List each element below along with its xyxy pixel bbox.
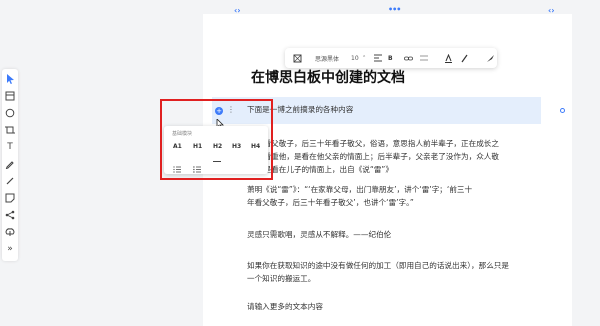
- crop-icon[interactable]: [4, 124, 16, 136]
- paragraph-1-line-2[interactable]: 人看重他，是看在他父亲的情面上；后半辈子，父亲老了没作为，众人敬: [256, 150, 499, 163]
- more-icon[interactable]: »: [4, 243, 16, 255]
- paragraph-4-line-1[interactable]: 如果你在获取知识的途中没有做任何的加工（即用自己的话说出来），那么只是: [247, 259, 509, 272]
- paragraph-2-line-2[interactable]: 年看父敬子，后三十年看子敬父’，也讲个‘雷’字。”: [247, 196, 414, 209]
- annotation-highlight-frame: [160, 99, 273, 180]
- stepper-icon[interactable]: ⌃: [362, 48, 366, 68]
- block-anchor-dot[interactable]: [560, 108, 565, 113]
- document-title[interactable]: 在博思白板中创建的文档: [251, 67, 405, 87]
- brush-icon[interactable]: [486, 48, 495, 68]
- paragraph-5[interactable]: 请输入更多的文本内容: [247, 300, 323, 313]
- font-size-select[interactable]: 10: [351, 48, 359, 68]
- text-tool-icon[interactable]: T: [4, 141, 16, 153]
- align-icon[interactable]: [374, 48, 382, 68]
- paragraph-1-line-3[interactable]: ，是看在儿子的情面上，出自《说“雷”》: [256, 163, 393, 176]
- paragraph-2-line-1[interactable]: 萧明《说“雷”》：“‘在家靠父母，出门靠朋友’，讲个‘雷’字；‘前三十: [247, 183, 472, 196]
- left-toolbar: T »: [2, 69, 18, 261]
- highlight-icon[interactable]: [460, 48, 469, 68]
- paragraph-4-line-2[interactable]: 一个知识的搬运工。: [247, 272, 315, 285]
- convert-block-icon[interactable]: [293, 48, 302, 68]
- bold-button[interactable]: B: [388, 48, 393, 68]
- pen-icon[interactable]: [4, 158, 16, 170]
- paragraph-1-line-1[interactable]: 丰看父敬子，后三十年看子敬父，俗语，意思指人前半辈子，正在成长之: [256, 137, 499, 150]
- pointer-icon[interactable]: [4, 73, 16, 85]
- line-spacing-icon[interactable]: [420, 48, 428, 68]
- circle-icon[interactable]: [4, 107, 16, 119]
- mindmap-icon[interactable]: [4, 209, 16, 221]
- text-color-icon[interactable]: [444, 48, 453, 68]
- sticky-note-icon[interactable]: [4, 192, 16, 204]
- line-icon[interactable]: [4, 175, 16, 187]
- link-icon[interactable]: [404, 48, 413, 68]
- upload-icon[interactable]: [4, 226, 16, 238]
- font-family-select[interactable]: 思源黑体: [315, 48, 339, 68]
- format-toolbar: 思源黑体 10 ⌃ B: [285, 48, 497, 68]
- paragraph-3[interactable]: 灵感只需歌唱，灵感从不解释。——纪伯伦: [247, 228, 391, 241]
- frame-icon[interactable]: [4, 90, 16, 102]
